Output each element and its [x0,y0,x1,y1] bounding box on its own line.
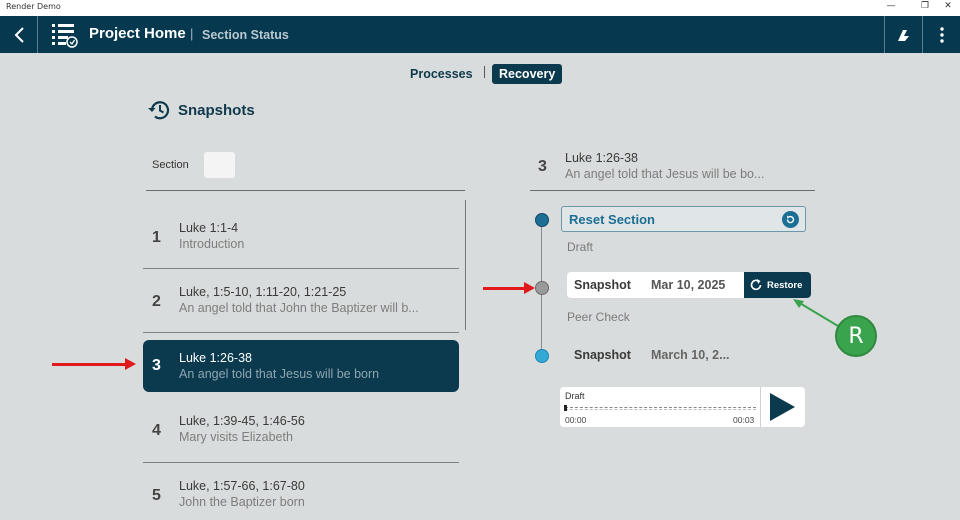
restore-button[interactable]: Restore [744,272,811,298]
section-reference: Luke 1:1-4 [179,221,239,235]
render-logo-icon [897,29,909,41]
section-number: 4 [152,422,161,439]
restore-icon [750,279,762,291]
window-title-bar: Render Demo — ❐ ✕ [0,0,960,16]
divider [143,462,459,463]
audio-player: Draft 00:00 00:03 [560,387,805,427]
tab-processes[interactable]: Processes [403,64,480,84]
timeline-dot-snapshot [535,349,549,363]
app-header: Project Home | Section Status [0,16,960,53]
player-label: Draft [565,391,585,401]
divider [760,387,761,427]
section-description: John the Baptizer born [179,495,305,509]
section-item[interactable]: 4 Luke, 1:39-45, 1:46-56 Mary visits Eli… [143,400,459,463]
section-label: Section [152,159,189,171]
play-icon[interactable] [770,393,795,421]
kebab-menu-icon [940,26,944,43]
stage-label: Peer Check [567,310,630,324]
page-title: Project Home [89,25,186,42]
section-reference: Luke, 1:57-66, 1:67-80 [179,479,305,493]
section-number: 5 [152,487,161,504]
snapshots-title: Snapshots [178,101,255,119]
section-number: 1 [152,229,161,246]
tab-separator [484,66,485,78]
minimize-button[interactable]: — [884,1,898,11]
annotation-pointer [793,299,839,327]
section-input[interactable] [204,152,235,178]
reset-section-label: Reset Section [569,212,655,227]
detail-section-number: 3 [538,158,547,175]
section-description: An angel told that John the Baptizer wil… [179,301,419,315]
detail-section-reference: Luke 1:26-38 [565,151,638,165]
section-description: An angel told that Jesus will be born [179,367,380,381]
section-number: 3 [152,357,161,374]
snapshot-label: Snapshot [574,278,631,292]
snapshots-header: Snapshots [147,99,255,121]
playhead[interactable] [564,405,567,411]
player-end-time: 00:03 [733,415,755,425]
section-description: Mary visits Elizabeth [179,430,293,444]
tab-recovery[interactable]: Recovery [492,64,563,84]
project-list-icon[interactable] [50,22,78,48]
snapshot-date: Mar 10, 2025 [651,278,726,292]
history-icon [148,101,170,120]
stage-label: Draft [567,240,594,254]
maximize-button[interactable]: ❐ [918,1,932,11]
divider [530,190,815,191]
waveform[interactable] [565,407,756,410]
section-reference: Luke, 1:5-10, 1:11-20, 1:21-25 [179,285,347,299]
snapshot-label: Snapshot [574,348,631,362]
section-item[interactable]: 2 Luke, 1:5-10, 1:11-20, 1:21-25 An ange… [143,271,459,333]
reset-section-button[interactable]: Reset Section [561,206,806,232]
divider [143,268,459,269]
close-window-button[interactable]: ✕ [941,1,955,11]
page-subtitle: Section Status [202,28,289,42]
annotation-arrow [483,282,535,294]
section-reference: Luke, 1:39-45, 1:46-56 [179,414,305,428]
more-options-button[interactable] [924,16,960,53]
detail-section-description: An angel told that Jesus will be bo... [565,167,765,181]
title-separator: | [190,26,194,41]
render-logo-button[interactable] [884,16,923,53]
section-item[interactable]: 5 Luke, 1:57-66, 1:67-80 John the Baptiz… [143,465,459,520]
section-number: 2 [152,293,161,310]
window-title: Render Demo [6,2,61,11]
snapshot-date: March 10, 2... [651,348,730,362]
restore-label: Restore [767,279,803,291]
divider [146,190,465,191]
timeline-dot-snapshot [535,281,549,295]
timeline-dot-reset [535,213,549,227]
divider [143,332,459,333]
section-reference: Luke 1:26-38 [179,351,252,365]
section-item[interactable]: 1 Luke 1:1-4 Introduction [143,207,459,269]
annotation-arrow [52,358,136,370]
player-start-time: 00:00 [565,415,587,425]
reset-icon [782,211,799,228]
chevron-left-icon [14,26,24,43]
back-button[interactable] [0,16,38,53]
snapshot-card: Snapshot Mar 10, 2025 Restore [567,272,811,298]
scrollbar[interactable] [465,200,466,330]
annotation-badge: R [835,315,877,357]
section-description: Introduction [179,237,245,251]
section-item-selected[interactable]: 3 Luke 1:26-38 An angel told that Jesus … [143,340,459,392]
